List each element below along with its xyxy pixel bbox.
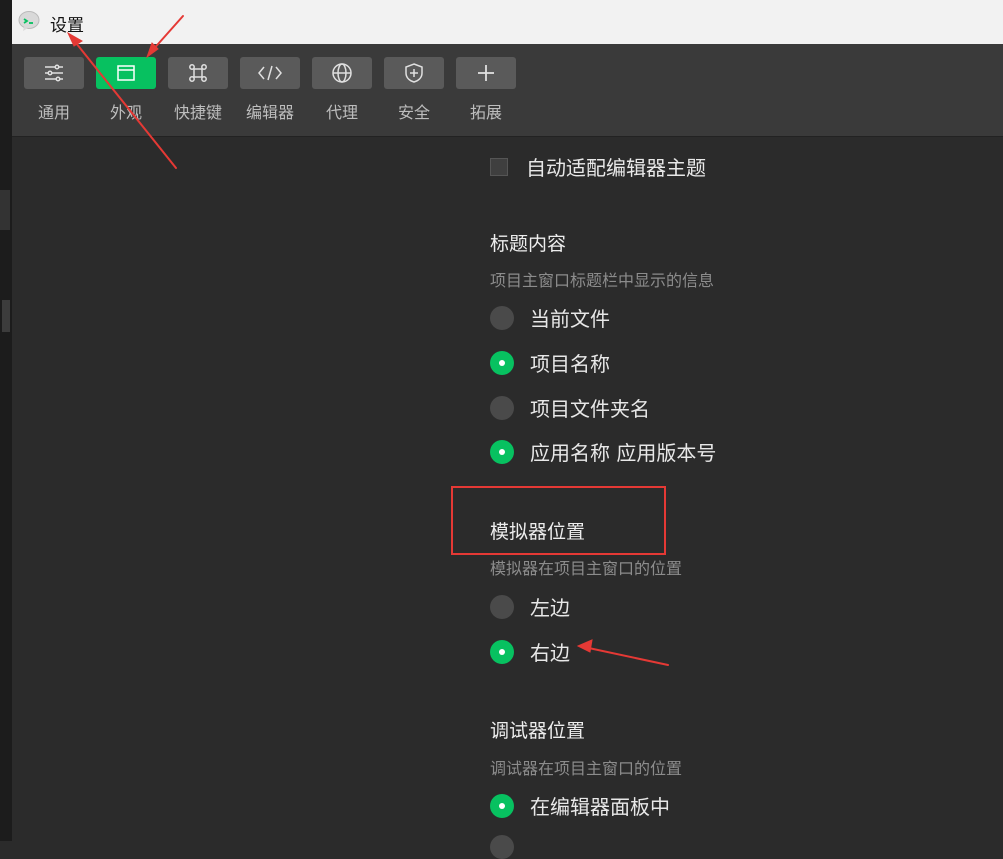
tab-proxy-label: 代理 [325, 103, 358, 122]
auto-theme-label: 自动适配编辑器主题 [526, 156, 706, 180]
simulator-position-description: 模拟器在项目主窗口的位置 [490, 559, 683, 578]
settings-toolbar: 通用 外观 快捷键 编辑器 代理 安全 拓展 [12, 44, 1003, 137]
radio-option-current-file[interactable]: 当前文件 [490, 303, 610, 332]
tab-appearance-label: 外观 [109, 103, 142, 122]
radio-button-checked[interactable] [490, 793, 514, 818]
radio-option-right[interactable]: 右边 [490, 637, 570, 666]
tab-security[interactable]: 安全 [384, 57, 444, 122]
window-titlebar: 设置 [12, 0, 1003, 44]
shield-plus-icon [384, 57, 444, 89]
title-content-heading: 标题内容 [490, 233, 567, 255]
tab-shortcuts-label: 快捷键 [173, 103, 222, 122]
window-title: 设置 [50, 16, 84, 36]
radio-option-partial[interactable] [490, 835, 530, 859]
radio-label: 项目名称 [530, 352, 610, 376]
wechat-devtools-logo-icon [18, 11, 40, 31]
globe-icon [312, 57, 372, 89]
radio-option-in-editor-panel[interactable]: 在编辑器面板中 [490, 791, 670, 820]
radio-button[interactable] [490, 835, 514, 859]
radio-option-project-folder[interactable]: 项目文件夹名 [490, 393, 650, 422]
command-icon [168, 57, 228, 89]
annotation-highlight-box [451, 486, 666, 555]
radio-option-left[interactable]: 左边 [490, 592, 570, 621]
tab-editor-label: 编辑器 [245, 103, 294, 122]
tab-editor[interactable]: 编辑器 [240, 57, 300, 122]
left-edge-strip [0, 0, 12, 841]
radio-option-app-name-version[interactable]: 应用名称 应用版本号 [490, 437, 716, 466]
tab-extensions[interactable]: 拓展 [456, 57, 516, 122]
tab-general[interactable]: 通用 [24, 57, 84, 122]
radio-label: 右边 [530, 641, 570, 665]
title-content-description: 项目主窗口标题栏中显示的信息 [490, 271, 715, 290]
debugger-position-heading: 调试器位置 [490, 720, 586, 742]
window-icon [96, 57, 156, 89]
edge-panel-block [0, 190, 10, 230]
sliders-icon [24, 57, 84, 89]
edge-scroll-thumb[interactable] [2, 300, 10, 332]
tab-general-label: 通用 [37, 103, 70, 122]
radio-button-checked[interactable] [490, 639, 514, 664]
radio-button[interactable] [490, 594, 514, 619]
radio-button[interactable] [490, 395, 514, 420]
tab-proxy[interactable]: 代理 [312, 57, 372, 122]
plus-icon [456, 57, 516, 89]
radio-label: 左边 [530, 596, 570, 620]
code-icon [240, 57, 300, 89]
radio-button-checked[interactable] [490, 439, 514, 464]
radio-button-checked[interactable] [490, 350, 514, 375]
auto-theme-option[interactable]: 自动适配编辑器主题 [490, 152, 706, 181]
auto-theme-checkbox[interactable] [490, 157, 508, 176]
radio-label: 项目文件夹名 [530, 397, 650, 421]
tab-shortcuts[interactable]: 快捷键 [168, 57, 228, 122]
tab-extensions-label: 拓展 [469, 103, 502, 122]
debugger-position-description: 调试器在项目主窗口的位置 [490, 759, 683, 778]
tab-appearance[interactable]: 外观 [96, 57, 156, 122]
tab-security-label: 安全 [397, 103, 430, 122]
radio-label: 应用名称 应用版本号 [530, 441, 717, 465]
radio-label: 在编辑器面板中 [530, 795, 670, 819]
radio-option-project-name[interactable]: 项目名称 [490, 348, 610, 377]
radio-label: 当前文件 [530, 307, 610, 331]
radio-button[interactable] [490, 305, 514, 330]
